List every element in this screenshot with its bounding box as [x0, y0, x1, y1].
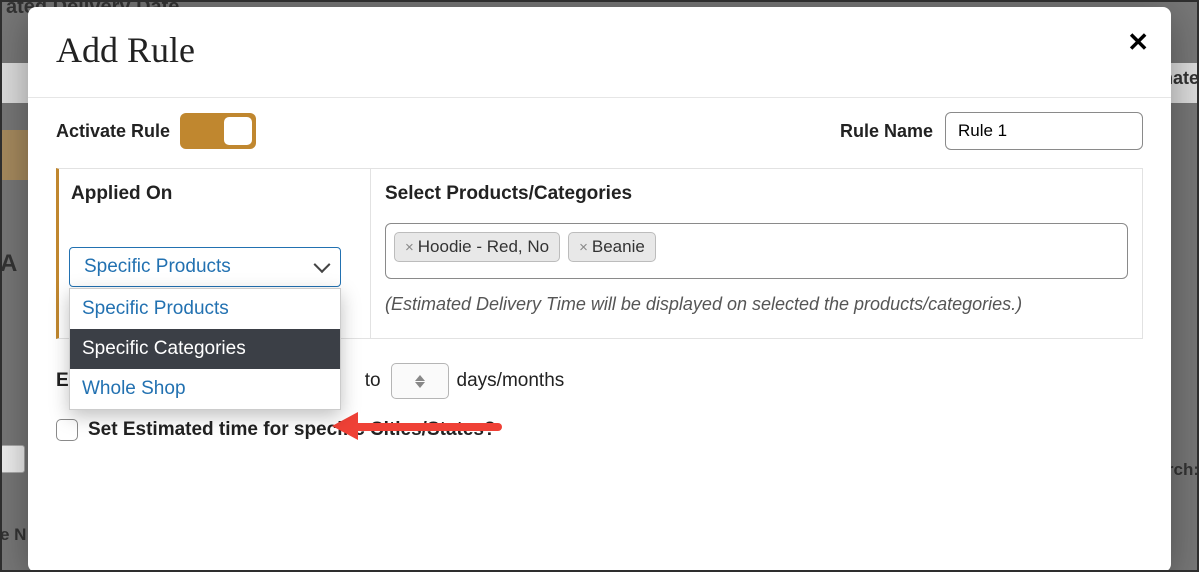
chevron-down-icon	[314, 256, 331, 273]
applied-on-select[interactable]: Specific Products	[69, 247, 341, 287]
applied-on-option[interactable]: Specific Categories	[70, 329, 340, 369]
estimated-label-fragment: E	[56, 370, 69, 392]
cities-states-row: Set Estimated time for specific Cities/S…	[28, 409, 1171, 469]
applied-on-panel: Applied On Specific Products Specific Pr…	[56, 168, 1143, 339]
applied-on-dropdown: Specific ProductsSpecific CategoriesWhol…	[69, 288, 341, 410]
add-rule-modal: ✕ Add Rule Activate Rule Rule Name Appli…	[28, 7, 1171, 572]
days-to-spinner[interactable]	[391, 363, 449, 399]
rule-name-label: Rule Name	[840, 121, 933, 142]
bg-search-label: rch:	[1167, 460, 1199, 480]
tag-label: Hoodie - Red, No	[418, 237, 549, 257]
select-products-column: Select Products/Categories ×Hoodie - Red…	[371, 169, 1142, 338]
applied-on-heading: Applied On	[69, 183, 360, 205]
tag-label: Beanie	[592, 237, 645, 257]
applied-on-selected-text: Specific Products	[84, 256, 231, 277]
close-icon[interactable]: ✕	[1127, 27, 1149, 58]
bg-heading-letter: A	[0, 250, 17, 278]
tag-remove-icon[interactable]: ×	[405, 239, 414, 256]
select-products-heading: Select Products/Categories	[385, 183, 1128, 205]
products-tag-input[interactable]: ×Hoodie - Red, No×Beanie	[385, 223, 1128, 279]
modal-title: Add Rule	[28, 7, 1171, 97]
applied-on-column: Applied On Specific Products Specific Pr…	[59, 169, 371, 338]
activate-rule-toggle[interactable]	[180, 113, 256, 149]
tag-remove-icon[interactable]: ×	[579, 239, 588, 256]
activate-rule-label: Activate Rule	[56, 121, 170, 142]
bg-orange-button	[0, 130, 30, 180]
applied-on-select-wrap: Specific Products Specific ProductsSpeci…	[69, 247, 341, 287]
applied-on-option[interactable]: Whole Shop	[70, 369, 340, 409]
rule-name-input[interactable]	[945, 112, 1143, 150]
cities-states-label: Set Estimated time for specific Cities/S…	[88, 419, 496, 441]
to-label: to	[365, 370, 381, 392]
top-row: Activate Rule Rule Name	[28, 98, 1171, 168]
days-months-label: days/months	[457, 370, 565, 392]
applied-on-option[interactable]: Specific Products	[70, 289, 340, 329]
products-hint: (Estimated Delivery Time will be display…	[385, 291, 1128, 318]
bg-entries-select	[0, 445, 25, 473]
product-tag: ×Hoodie - Red, No	[394, 232, 560, 262]
product-tag: ×Beanie	[568, 232, 656, 262]
toggle-knob	[224, 117, 252, 145]
cities-states-checkbox[interactable]	[56, 419, 78, 441]
bg-column-label: e N	[0, 525, 26, 545]
spinner-arrows-icon	[415, 375, 425, 388]
